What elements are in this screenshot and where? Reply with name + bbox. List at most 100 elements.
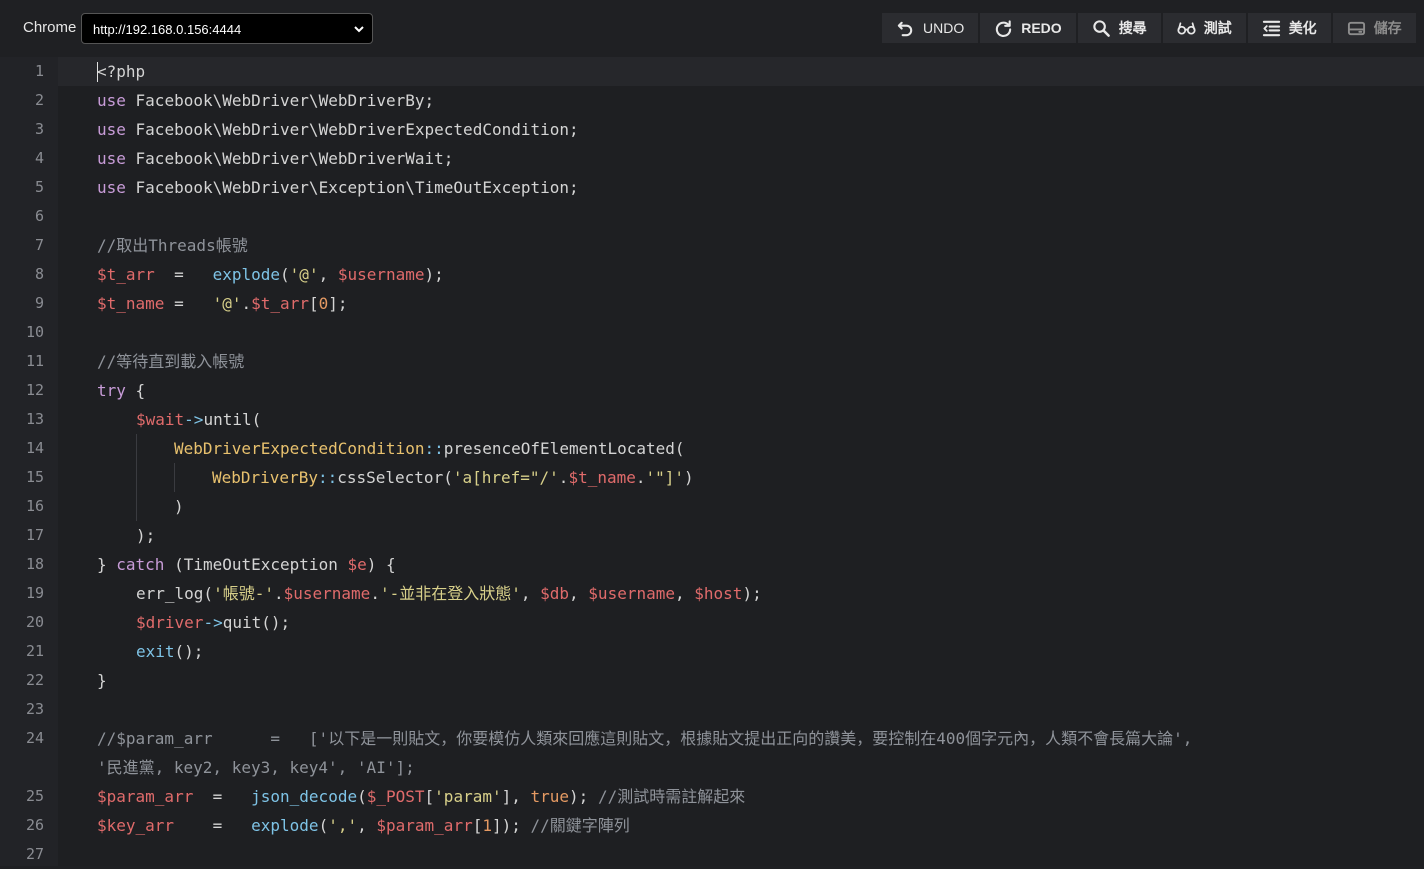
glasses-icon [1177, 21, 1196, 35]
code-line: 6 [0, 202, 1424, 231]
code-line: 18 } catch (TimeOutException $e) { [0, 550, 1424, 579]
line-number: 22 [25, 671, 44, 689]
code-text: $t_arr = explode('@', $username); [97, 265, 444, 284]
code-comment: //取出Threads帳號 [97, 236, 248, 255]
url-select[interactable]: http://192.168.0.156:4444 [81, 13, 373, 44]
code-line: 24 //$param_arr = ['以下是一則貼文，你要模仿人類來回應這則貼… [0, 724, 1424, 782]
code-line: 16 ) [0, 492, 1424, 521]
code-line: 14 WebDriverExpectedCondition::presenceO… [0, 434, 1424, 463]
line-number: 6 [34, 207, 44, 225]
line-number: 25 [25, 787, 44, 805]
redo-button[interactable]: REDO [980, 13, 1076, 43]
code-comment-wrap: '民進黨, key2, key3, key4', 'AI']; [97, 758, 415, 777]
line-number: 7 [34, 236, 44, 254]
code-line: 21 exit(); [0, 637, 1424, 666]
code-line: 13 $wait->until( [0, 405, 1424, 434]
save-button[interactable]: 儲存 [1332, 13, 1416, 43]
code-line: 17 ); [0, 521, 1424, 550]
save-label: 儲存 [1373, 20, 1402, 36]
line-number: 21 [25, 642, 44, 660]
code-line: 19 err_log('帳號-'.$username.'-並非在登入狀態', $… [0, 579, 1424, 608]
code-line: 10 [0, 318, 1424, 347]
code-text: WebDriverBy::cssSelector('a[href="/'.$t_… [212, 468, 694, 487]
search-icon [1093, 19, 1110, 37]
code-comment: //等待直到載入帳號 [97, 352, 245, 371]
line-number: 2 [34, 91, 44, 109]
code-line: 9 $t_name = '@'.$t_arr[0]; [0, 289, 1424, 318]
code-text: } catch (TimeOutException $e) { [97, 555, 396, 574]
line-number: 8 [34, 265, 44, 283]
text-caret [97, 62, 98, 82]
app-label: Chrome [23, 19, 77, 36]
code-text: exit(); [136, 642, 204, 661]
code-line: 3 use Facebook\WebDriver\WebDriverExpect… [0, 115, 1424, 144]
code-line: 12 try { [0, 376, 1424, 405]
code-text: use Facebook\WebDriver\WebDriverExpected… [97, 120, 579, 139]
code-text: $t_name = '@'.$t_arr[0]; [97, 294, 348, 313]
line-number: 4 [34, 149, 44, 167]
code-line: 22 } [0, 666, 1424, 695]
code-line: 20 $driver->quit(); [0, 608, 1424, 637]
line-number: 9 [34, 294, 44, 312]
code-text: use Facebook\WebDriver\WebDriverBy; [97, 91, 435, 110]
beautify-label: 美化 [1288, 20, 1317, 36]
code-comment: //$param_arr = ['以下是一則貼文，你要模仿人類來回應這則貼文，根… [97, 729, 1193, 748]
line-number: 23 [25, 700, 44, 718]
toolbar: UNDO REDO 搜尋 測試 美化 儲存 [882, 13, 1416, 43]
code-line: 25 $param_arr = json_decode($_POST['para… [0, 782, 1424, 811]
test-button[interactable]: 測試 [1162, 13, 1246, 43]
line-number: 24 [25, 729, 44, 747]
search-label: 搜尋 [1118, 20, 1147, 36]
line-number: 17 [25, 526, 44, 544]
code-text: ); [136, 526, 156, 545]
line-number: 10 [25, 323, 44, 341]
code-text: err_log('帳號-'.$username.'-並非在登入狀態', $db,… [136, 584, 762, 603]
code-line: 26 $key_arr = explode(',', $param_arr[1]… [0, 811, 1424, 840]
code-text: try { [97, 381, 146, 400]
line-number: 27 [25, 845, 44, 863]
code-line: 23 [0, 695, 1424, 724]
chevron-down-icon [354, 26, 364, 33]
code-line: 11 //等待直到載入帳號 [0, 347, 1424, 376]
undo-button[interactable]: UNDO [882, 13, 979, 43]
beautify-button[interactable]: 美化 [1247, 13, 1331, 43]
code-line: 2 use Facebook\WebDriver\WebDriverBy; [0, 86, 1424, 115]
indent-icon [1262, 20, 1280, 36]
code-line: 27 [0, 840, 1424, 869]
line-number: 12 [25, 381, 44, 399]
code-text: <?php [97, 62, 146, 81]
code-text: $driver->quit(); [136, 613, 291, 632]
code-line: 5 use Facebook\WebDriver\Exception\TimeO… [0, 173, 1424, 202]
url-select-value: http://192.168.0.156:4444 [93, 22, 242, 37]
code-line: 7 //取出Threads帳號 [0, 231, 1424, 260]
line-number: 5 [34, 178, 44, 196]
line-number: 26 [25, 816, 44, 834]
code-text: $param_arr = json_decode($_POST['param']… [97, 787, 746, 806]
line-number: 1 [34, 62, 44, 80]
code-text: use Facebook\WebDriver\Exception\TimeOut… [97, 178, 579, 197]
redo-label: REDO [1021, 20, 1062, 36]
undo-label: UNDO [923, 20, 965, 36]
code-text: $key_arr = explode(',', $param_arr[1]); … [97, 816, 630, 835]
code-line: 4 use Facebook\WebDriver\WebDriverWait; [0, 144, 1424, 173]
code-text: use Facebook\WebDriver\WebDriverWait; [97, 149, 454, 168]
line-number: 20 [25, 613, 44, 631]
top-bar: Chrome http://192.168.0.156:4444 UNDO RE… [0, 0, 1424, 57]
line-number: 18 [25, 555, 44, 573]
code-line: 1 <?php [0, 57, 1424, 86]
code-editor[interactable]: 1 <?php 2 use Facebook\WebDriver\WebDriv… [0, 57, 1424, 866]
line-number: 3 [34, 120, 44, 138]
search-button[interactable]: 搜尋 [1077, 13, 1161, 43]
line-number: 15 [25, 468, 44, 486]
code-text: $wait->until( [136, 410, 262, 429]
hard-drive-icon [1347, 21, 1365, 35]
line-number: 19 [25, 584, 44, 602]
redo-icon [996, 19, 1012, 37]
code-line: 8 $t_arr = explode('@', $username); [0, 260, 1424, 289]
undo-icon [897, 21, 913, 36]
line-number: 11 [25, 352, 44, 370]
test-label: 測試 [1203, 20, 1232, 36]
line-number: 14 [25, 439, 44, 457]
line-number: 13 [25, 410, 44, 428]
code-text: } [97, 671, 107, 690]
